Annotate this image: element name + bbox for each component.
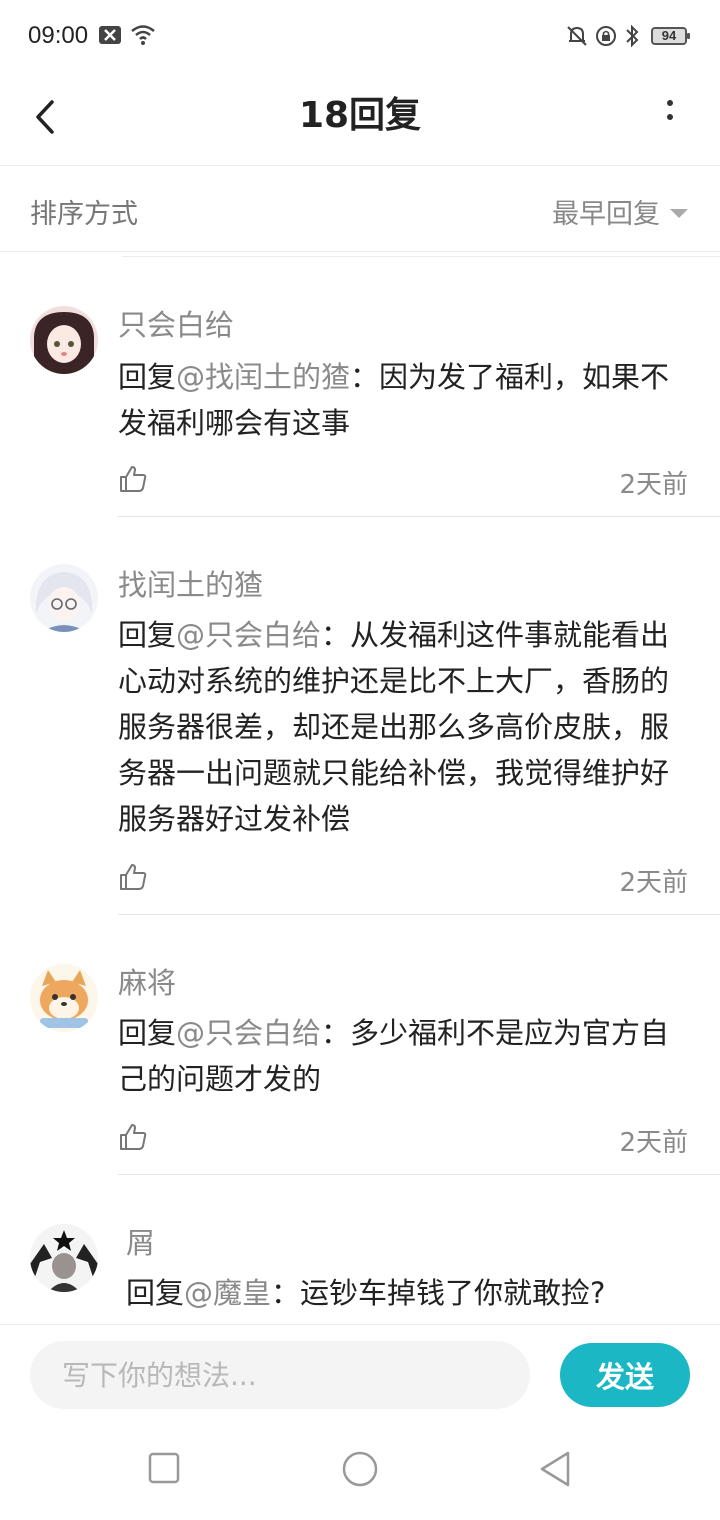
sort-selected-value: 最早回复 bbox=[552, 199, 660, 230]
caret-down-icon bbox=[670, 209, 688, 218]
divider bbox=[118, 914, 720, 915]
comment-username[interactable]: 找闰土的猹 bbox=[118, 562, 263, 604]
page-title: 18回复 bbox=[298, 95, 422, 136]
comment-list[interactable]: 只会白给 回复@找闰土的猹：因为发了福利，如果不发福利哪会有这事 2天前 找闰土… bbox=[0, 258, 720, 1324]
sort-bar: 排序方式 最早回复 bbox=[0, 166, 720, 252]
comment-text: 回复@只会白给：从发福利这件事就能看出心动对系统的维护还是比不上大厂，香肠的服务… bbox=[118, 612, 688, 842]
notification-close-icon bbox=[99, 26, 121, 44]
comment-text: 回复@魔皇：运钞车掉钱了你就敢捡? bbox=[126, 1270, 696, 1316]
avatar[interactable] bbox=[30, 306, 98, 374]
avatar[interactable] bbox=[30, 564, 98, 632]
reply-prefix: 回复 bbox=[126, 1276, 185, 1310]
mention-link[interactable]: @找闰土的猹 bbox=[176, 360, 350, 394]
comment-text: 回复@找闰土的猹：因为发了福利，如果不发福利哪会有这事 bbox=[118, 354, 688, 446]
mute-bell-icon bbox=[567, 26, 587, 46]
system-nav-bar bbox=[0, 1424, 720, 1520]
send-button[interactable]: 发送 bbox=[560, 1343, 690, 1407]
divider bbox=[118, 1174, 720, 1175]
status-bar: 09:00 94 bbox=[0, 0, 720, 72]
reply-input[interactable] bbox=[30, 1341, 530, 1409]
rotation-lock-icon bbox=[596, 26, 616, 46]
recent-apps-icon[interactable] bbox=[148, 1452, 180, 1484]
sort-label: 排序方式 bbox=[30, 199, 138, 230]
comment-time: 2天前 bbox=[619, 1128, 688, 1158]
divider bbox=[122, 256, 720, 257]
reply-input-bar: 发送 bbox=[0, 1324, 720, 1424]
thumbs-up-icon[interactable] bbox=[118, 1122, 148, 1152]
comment-username[interactable]: 屑 bbox=[126, 1220, 155, 1262]
divider bbox=[118, 516, 720, 517]
home-icon[interactable] bbox=[341, 1450, 379, 1488]
avatar[interactable] bbox=[30, 1224, 98, 1292]
comment-time: 2天前 bbox=[619, 470, 688, 500]
back-triangle-icon[interactable] bbox=[538, 1450, 574, 1488]
comment-text: 回复@只会白给：多少福利不是应为官方自己的问题才发的 bbox=[118, 1010, 688, 1102]
thumbs-up-icon[interactable] bbox=[118, 464, 148, 494]
thumbs-up-icon[interactable] bbox=[118, 862, 148, 892]
comment-body: ：运钞车掉钱了你就敢捡? bbox=[271, 1276, 606, 1310]
comment-username[interactable]: 麻将 bbox=[118, 960, 176, 1002]
wifi-icon bbox=[131, 25, 155, 45]
reply-prefix: 回复 bbox=[118, 360, 177, 394]
dot bbox=[667, 100, 673, 106]
header: 18回复 bbox=[0, 72, 720, 166]
mention-link[interactable]: @只会白给 bbox=[176, 618, 321, 652]
more-options-button[interactable] bbox=[660, 96, 680, 136]
bluetooth-icon bbox=[626, 24, 639, 48]
dot bbox=[667, 114, 673, 120]
comment-username[interactable]: 只会白给 bbox=[118, 302, 234, 344]
reply-prefix: 回复 bbox=[118, 618, 177, 652]
mention-link[interactable]: @魔皇 bbox=[184, 1276, 271, 1310]
status-time: 09:00 bbox=[28, 22, 89, 49]
reply-prefix: 回复 bbox=[118, 1016, 177, 1050]
comment-time: 2天前 bbox=[619, 868, 688, 898]
mention-link[interactable]: @只会白给 bbox=[176, 1016, 321, 1050]
sort-dropdown[interactable]: 最早回复 bbox=[552, 192, 688, 231]
battery-icon: 94 bbox=[651, 27, 690, 45]
avatar[interactable] bbox=[30, 964, 98, 1032]
